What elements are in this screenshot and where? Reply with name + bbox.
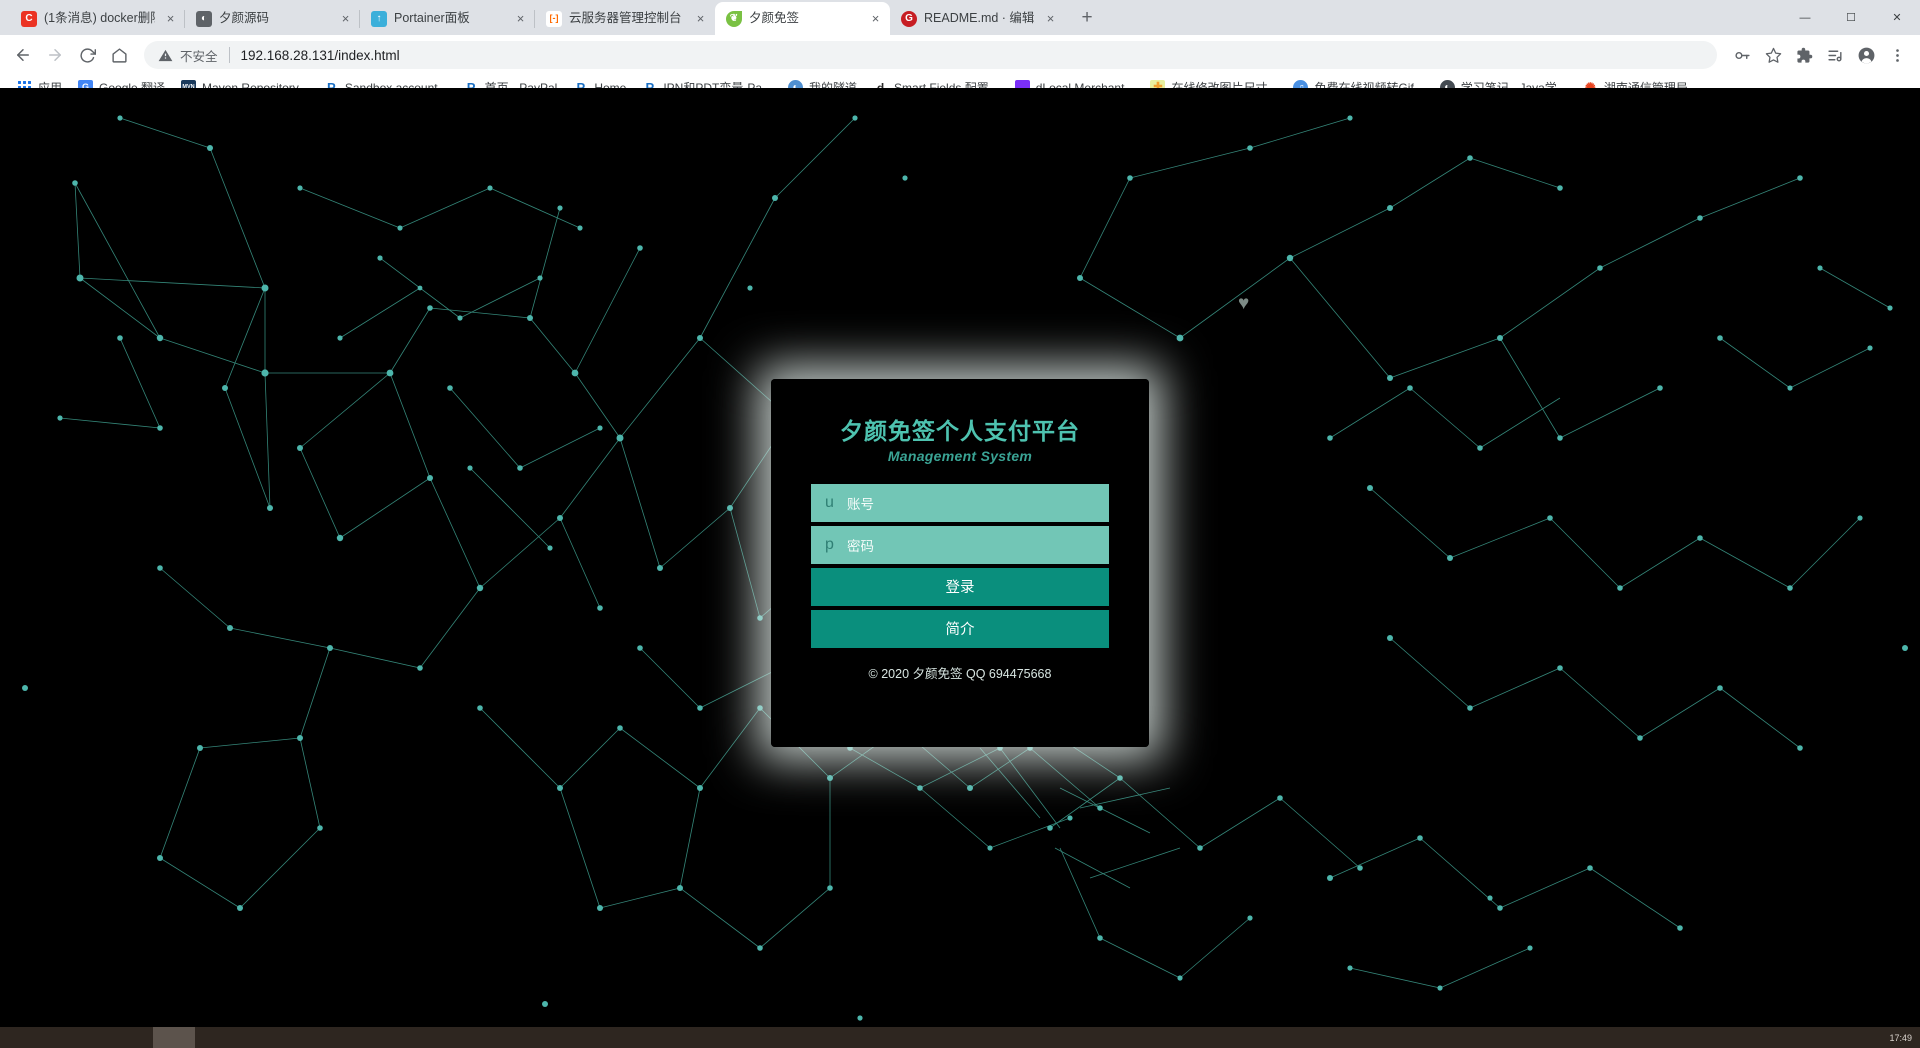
omnibox-divider xyxy=(228,47,230,63)
home-icon[interactable] xyxy=(104,40,134,70)
username-input[interactable]: 账号 xyxy=(847,493,874,513)
login-card-body: 夕颜免签个人支付平台 Management System u 账号 p 密码 登… xyxy=(771,379,1149,747)
login-card: 夕颜免签个人支付平台 Management System u 账号 p 密码 登… xyxy=(771,379,1149,747)
tab-title: README.md · 编辑文件 · bright xyxy=(924,11,1035,25)
tab-title: 云服务器管理控制台 xyxy=(569,11,682,25)
login-form: u 账号 p 密码 登录 简介 xyxy=(811,483,1109,652)
url-text: 192.168.28.131/index.html xyxy=(240,47,400,63)
key-icon[interactable] xyxy=(1727,40,1757,70)
taskbar-left-segment xyxy=(0,1027,153,1048)
password-field[interactable]: p 密码 xyxy=(811,525,1109,564)
media-list-icon[interactable] xyxy=(1820,40,1850,70)
login-button[interactable]: 登录 xyxy=(811,567,1109,606)
tab-close-button[interactable]: × xyxy=(692,10,709,27)
new-tab-button[interactable]: + xyxy=(1073,4,1101,32)
tab-title: Portainer面板 xyxy=(394,11,470,25)
tab-strip: C (1条消息) docker删除所有镜像_ × ◐ 夕颜源码 × ↑ Port… xyxy=(0,0,1920,35)
browser-tab-2[interactable]: ↑ Portainer面板 × xyxy=(359,2,535,35)
aliyun-icon: [-] xyxy=(546,10,562,27)
password-icon: p xyxy=(825,535,834,553)
tab-close-button[interactable]: × xyxy=(1042,10,1059,27)
page-content: ♥ 夕颜免签个人支付平台 Management System u 账号 p 密码… xyxy=(0,88,1920,1027)
reload-icon[interactable] xyxy=(72,40,102,70)
password-input[interactable]: 密码 xyxy=(847,535,874,555)
tab-close-button[interactable]: × xyxy=(337,10,354,27)
page-title: 夕颜免签个人支付平台 xyxy=(840,418,1080,444)
window-controls: — ☐ ✕ xyxy=(1782,0,1920,35)
browser-tab-0[interactable]: C (1条消息) docker删除所有镜像_ × xyxy=(10,2,185,35)
tab-title: 夕颜免签 xyxy=(749,11,800,25)
not-secure-warning-icon xyxy=(158,48,173,63)
page-subtitle: Management System xyxy=(887,447,1033,464)
heart-cursor: ♥ xyxy=(1238,293,1250,314)
maximize-button[interactable]: ☐ xyxy=(1828,0,1874,35)
tab-close-button[interactable]: × xyxy=(512,10,529,27)
tab-close-button[interactable]: × xyxy=(162,10,179,27)
browser-tab-5[interactable]: G README.md · 编辑文件 · bright × xyxy=(890,2,1065,35)
username-field[interactable]: u 账号 xyxy=(811,483,1109,522)
back-icon[interactable] xyxy=(8,40,38,70)
intro-button[interactable]: 简介 xyxy=(811,609,1109,648)
tab-title: 夕颜源码 xyxy=(219,11,270,25)
taskbar-active-window[interactable] xyxy=(153,1027,195,1048)
toolbar-actions xyxy=(1727,40,1912,70)
profile-icon[interactable] xyxy=(1851,40,1881,70)
os-taskbar: 17:49 xyxy=(0,1027,1920,1048)
copyright-text: © 2020 夕颜免签 QQ 694475668 xyxy=(868,666,1052,681)
browser-tab-1[interactable]: ◐ 夕颜源码 × xyxy=(184,2,360,35)
browser-tab-3[interactable]: [-] 云服务器管理控制台 × xyxy=(534,2,715,35)
browser-window: C (1条消息) docker删除所有镜像_ × ◐ 夕颜源码 × ↑ Port… xyxy=(0,0,1920,1048)
star-icon[interactable] xyxy=(1758,40,1788,70)
three-dot-menu-icon[interactable] xyxy=(1882,40,1912,70)
puzzle-icon[interactable] xyxy=(1789,40,1819,70)
leaf-icon: ❦ xyxy=(726,10,742,27)
user-icon: u xyxy=(825,493,834,511)
globe-icon: ◐ xyxy=(196,10,212,27)
portainer-icon: ↑ xyxy=(371,10,387,27)
tab-close-button[interactable]: × xyxy=(867,10,884,27)
window-close-button[interactable]: ✕ xyxy=(1874,0,1920,35)
address-bar[interactable]: 不安全 192.168.28.131/index.html xyxy=(144,41,1717,69)
gitee-icon: G xyxy=(901,10,917,27)
security-status-label: 不安全 xyxy=(180,49,218,64)
forward-icon[interactable] xyxy=(40,40,70,70)
browser-tab-4-active[interactable]: ❦ 夕颜免签 × xyxy=(715,2,890,35)
browser-toolbar: 不安全 192.168.28.131/index.html xyxy=(0,35,1920,75)
csdn-icon: C xyxy=(21,10,37,27)
tab-title: (1条消息) docker删除所有镜像_ xyxy=(44,11,155,25)
minimize-button[interactable]: — xyxy=(1782,0,1828,35)
taskbar-clock: 17:49 xyxy=(1889,1032,1912,1043)
